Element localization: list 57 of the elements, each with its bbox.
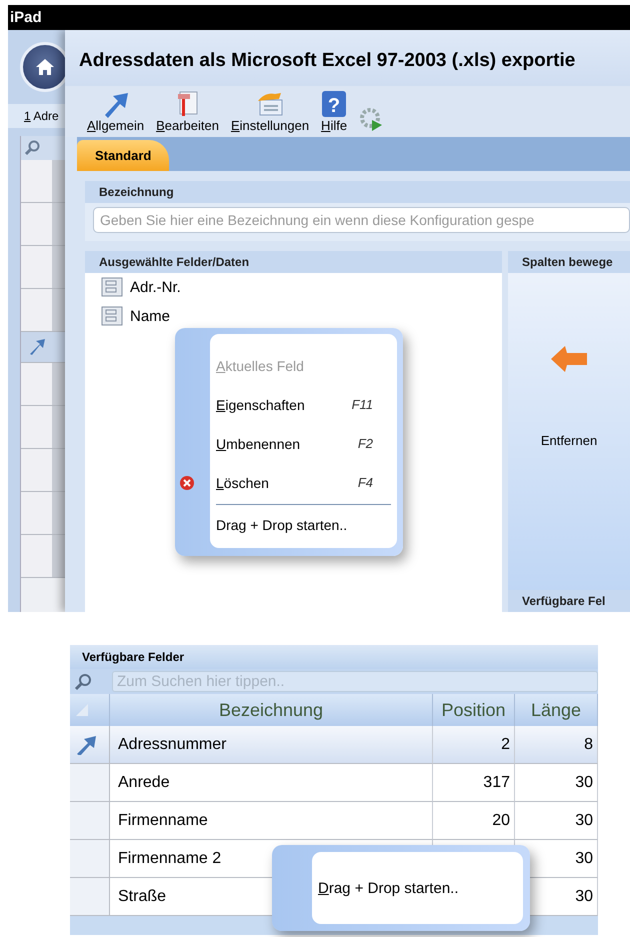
field-item[interactable]: Name — [130, 308, 170, 324]
table-cell: Anrede — [110, 764, 433, 802]
panel-header: Verfügbare Felder — [70, 645, 598, 669]
row-header-cell[interactable] — [70, 764, 110, 802]
column-header[interactable]: Länge — [515, 694, 598, 726]
toolbar-button[interactable]: Bearbeiten — [156, 90, 219, 133]
table-cell: Firmenname — [110, 802, 433, 840]
row-header-cell[interactable] — [70, 878, 110, 916]
sidebar-row[interactable] — [21, 535, 65, 578]
sidebar-row[interactable] — [21, 406, 65, 449]
row-header-cell[interactable] — [70, 726, 110, 764]
search-icon — [74, 672, 92, 690]
toolbar-button[interactable]: Allgemein — [87, 90, 144, 133]
corner-icon — [76, 704, 88, 716]
table-cell: 317 — [433, 764, 515, 802]
device-title: iPad — [10, 9, 42, 26]
column-header[interactable]: Bezeichnung — [110, 694, 433, 726]
home-icon — [35, 58, 55, 76]
sidebar-row[interactable] — [21, 289, 65, 332]
left-arrow-icon[interactable] — [549, 343, 589, 375]
panel-header: Spalten bewege — [508, 251, 630, 273]
table-cell: 8 — [515, 726, 598, 764]
field-icon — [101, 277, 123, 297]
table-cell: 2 — [433, 726, 515, 764]
panel-header: Ausgewählte Felder/Daten — [85, 251, 502, 273]
row-header-cell[interactable] — [70, 840, 110, 878]
sidebar-row[interactable] — [21, 449, 65, 492]
table-cell: 30 — [515, 764, 598, 802]
section-header: Bezeichnung — [85, 181, 630, 203]
table-cell: 20 — [433, 802, 515, 840]
menu-item[interactable]: Eigenschaften F11 — [210, 385, 397, 424]
table-cell: Adressnummer — [110, 726, 433, 764]
dialog-title: Adressdaten als Microsoft Excel 97-2003 (.xls) exportie — [65, 30, 630, 86]
remove-label[interactable]: Entfernen — [540, 433, 598, 448]
sidebar-row[interactable] — [21, 363, 65, 406]
tab[interactable]: Standard — [77, 140, 170, 171]
menu-item[interactable]: Umbenennen F2 — [210, 424, 397, 463]
sidebar-row[interactable] — [21, 203, 65, 246]
toolbar-button[interactable]: ? Hilfe — [321, 90, 348, 133]
menu-item[interactable]: Löschen F4 — [210, 463, 397, 502]
field-item[interactable]: Adr.-Nr. — [130, 278, 181, 296]
hand-form-icon — [255, 90, 286, 118]
toolbar-button[interactable]: Einstellungen — [230, 90, 310, 133]
help-icon: ? — [321, 90, 348, 118]
search-icon — [24, 140, 40, 156]
table-cell: 30 — [515, 802, 598, 840]
sidebar-row[interactable] — [21, 492, 65, 535]
delete-icon — [180, 476, 194, 490]
sidebar-row[interactable] — [21, 246, 65, 289]
menu-item[interactable]: Drag + Drop starten.. — [210, 505, 397, 544]
column-header[interactable]: Position — [433, 694, 515, 726]
name-input-field[interactable]: Geben Sie hier eine Bezeichnung ein wenn diese Konfiguration gespe — [93, 207, 630, 233]
sidebar-row[interactable] — [21, 160, 65, 203]
field-icon — [101, 306, 123, 326]
panel-header: Verfügbare Fel — [508, 590, 630, 612]
window-tab[interactable]: 1 Adre — [8, 104, 65, 128]
row-header-cell[interactable] — [70, 802, 110, 840]
